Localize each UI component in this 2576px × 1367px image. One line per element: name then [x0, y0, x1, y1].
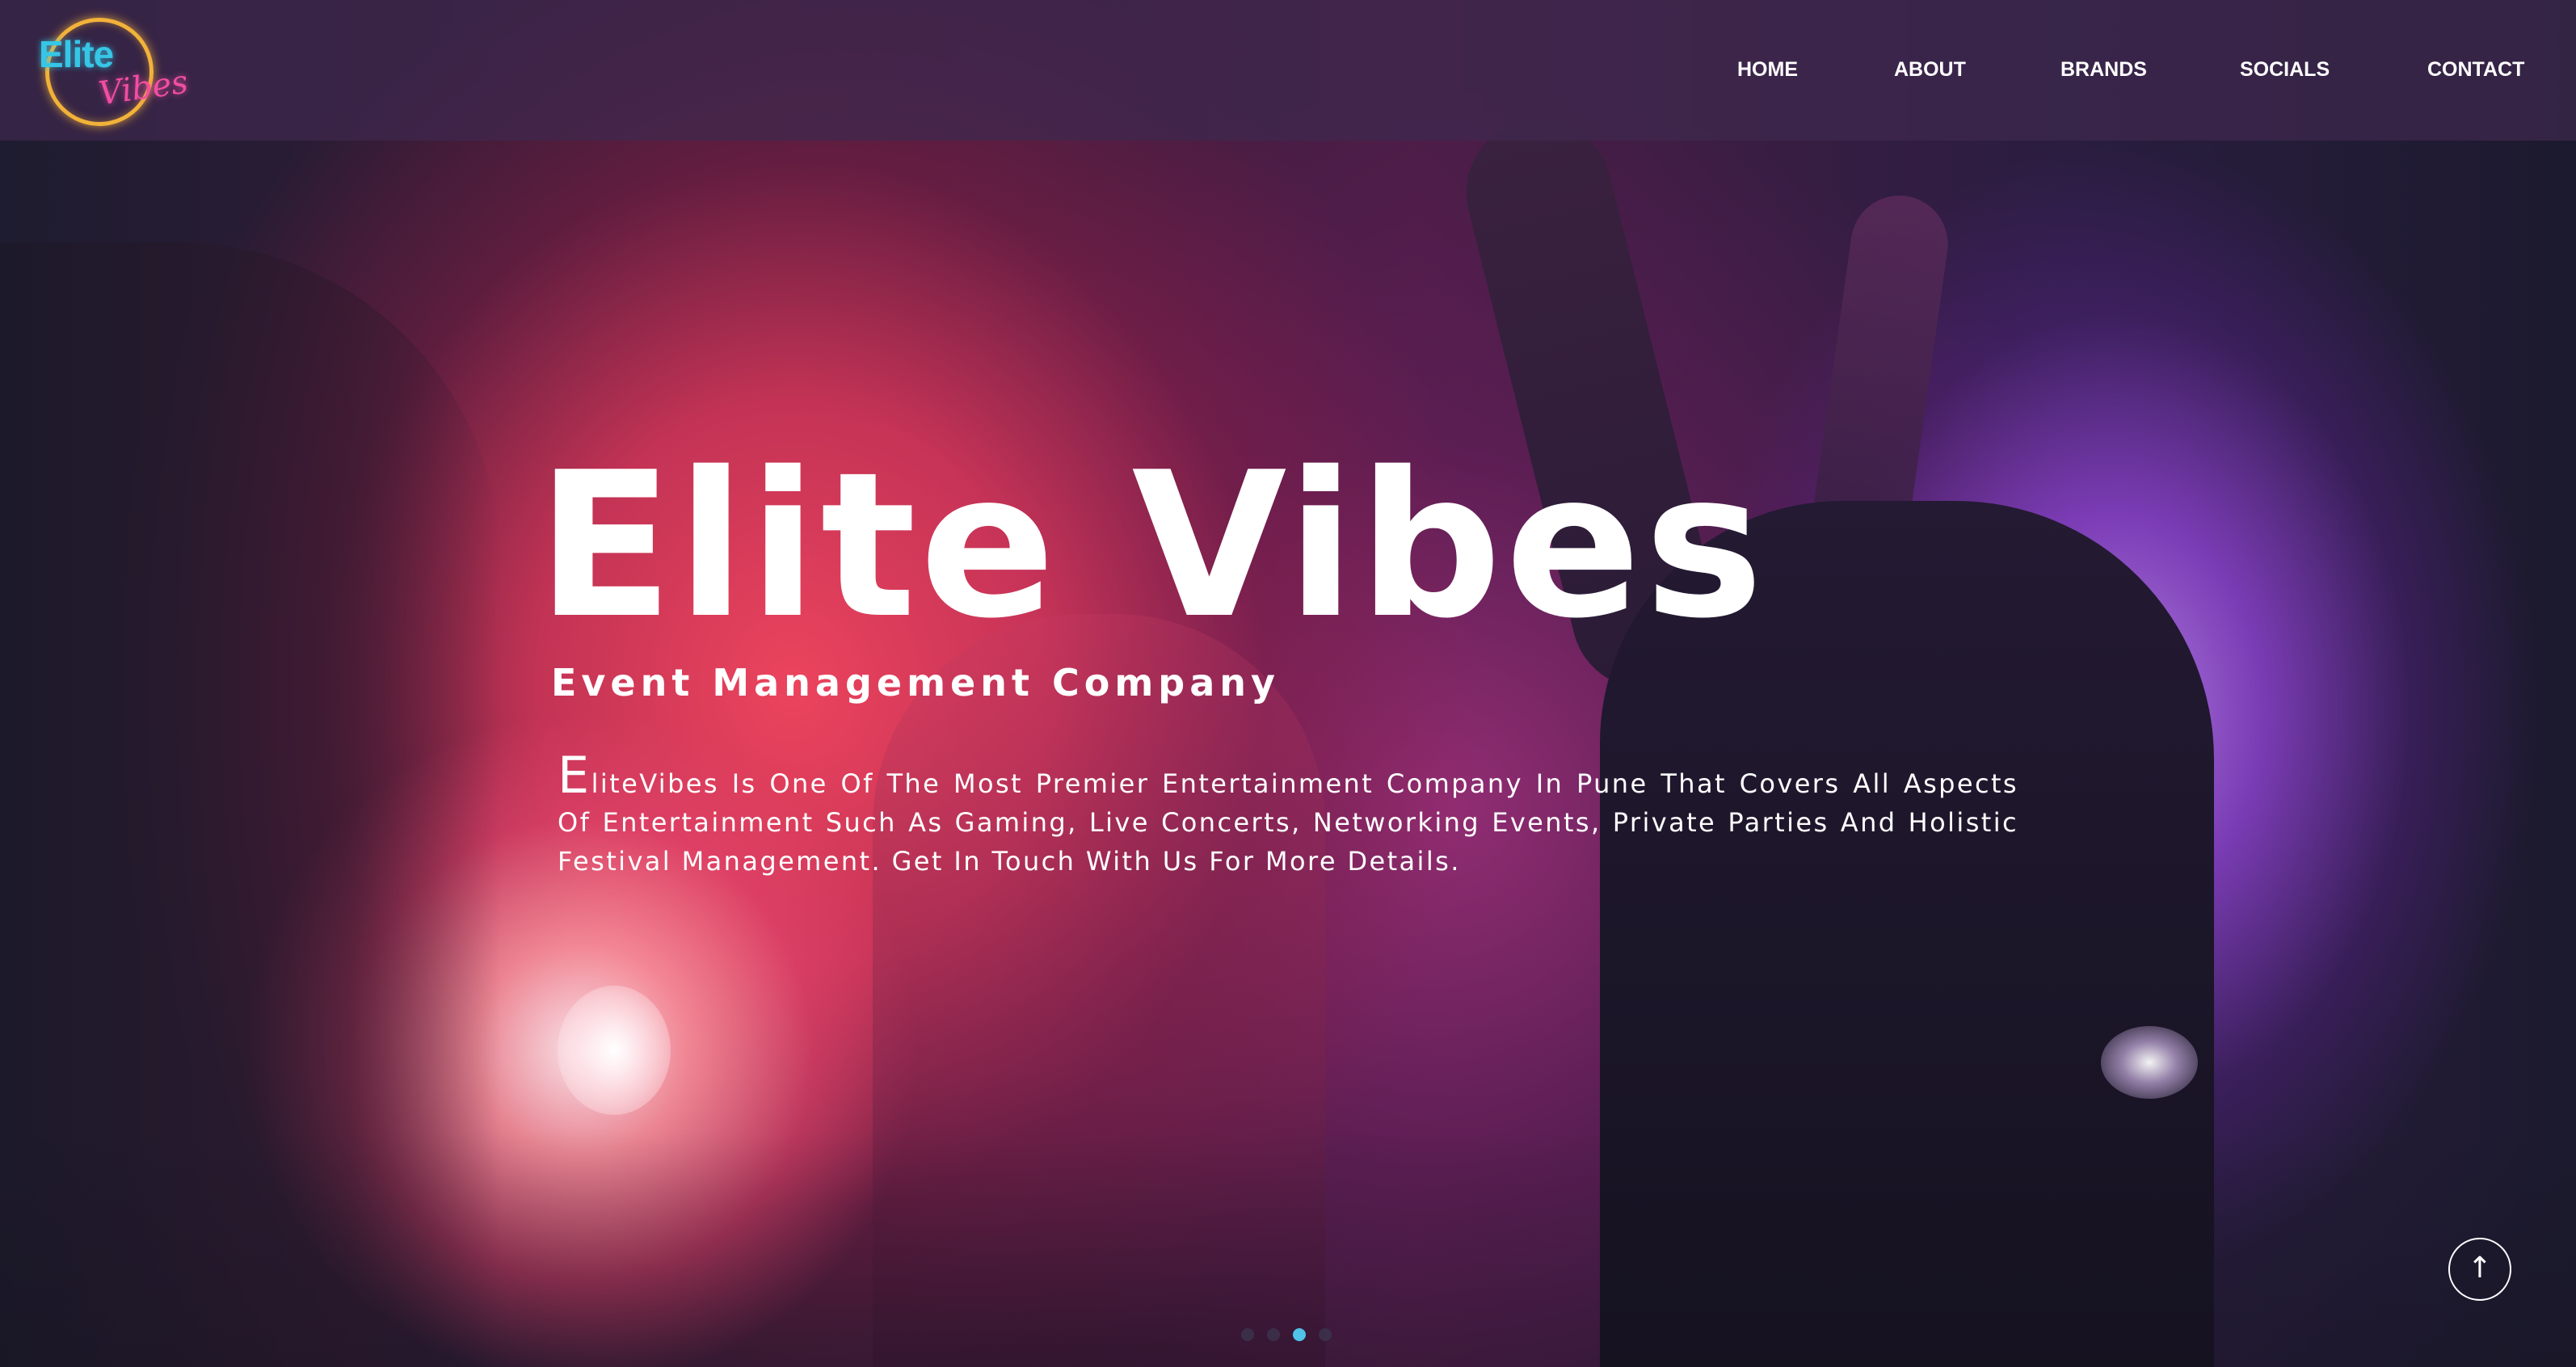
site-logo[interactable]: Elite Vibes: [39, 15, 190, 128]
carousel-dot-1[interactable]: [1241, 1328, 1254, 1341]
hero-subtitle: Event Management Company: [551, 661, 1280, 705]
navbar: Elite Vibes HOME ABOUT BRANDS SOCIALS CO…: [0, 0, 2576, 141]
stage-light-left: [558, 986, 671, 1115]
nav-socials[interactable]: SOCIALS: [2240, 58, 2330, 82]
nav-about[interactable]: ABOUT: [1894, 58, 1966, 82]
description-text: liteVibes Is One Of The Most Premier Ent…: [558, 768, 2018, 877]
carousel-dot-2[interactable]: [1267, 1328, 1280, 1341]
nav-home[interactable]: HOME: [1737, 58, 1798, 82]
carousel-dot-3[interactable]: [1293, 1328, 1306, 1341]
nav-contact[interactable]: CONTACT: [2427, 58, 2524, 82]
hero-background: [0, 0, 2576, 1367]
carousel-dot-4[interactable]: [1319, 1328, 1332, 1341]
nav-brands[interactable]: BRANDS: [2060, 58, 2147, 82]
stage-light-right-lower: [2101, 1026, 2198, 1099]
bottom-shade: [0, 1131, 2576, 1367]
arrow-up-icon: ↑: [2467, 1251, 2493, 1285]
hero-title: Elite Vibes: [537, 430, 1767, 662]
logo-word-elite: Elite: [39, 33, 114, 75]
hero-description: EliteVibes Is One Of The Most Premier En…: [558, 751, 2018, 881]
scroll-to-top-button[interactable]: ↑: [2448, 1238, 2511, 1301]
description-dropcap: E: [558, 746, 591, 805]
